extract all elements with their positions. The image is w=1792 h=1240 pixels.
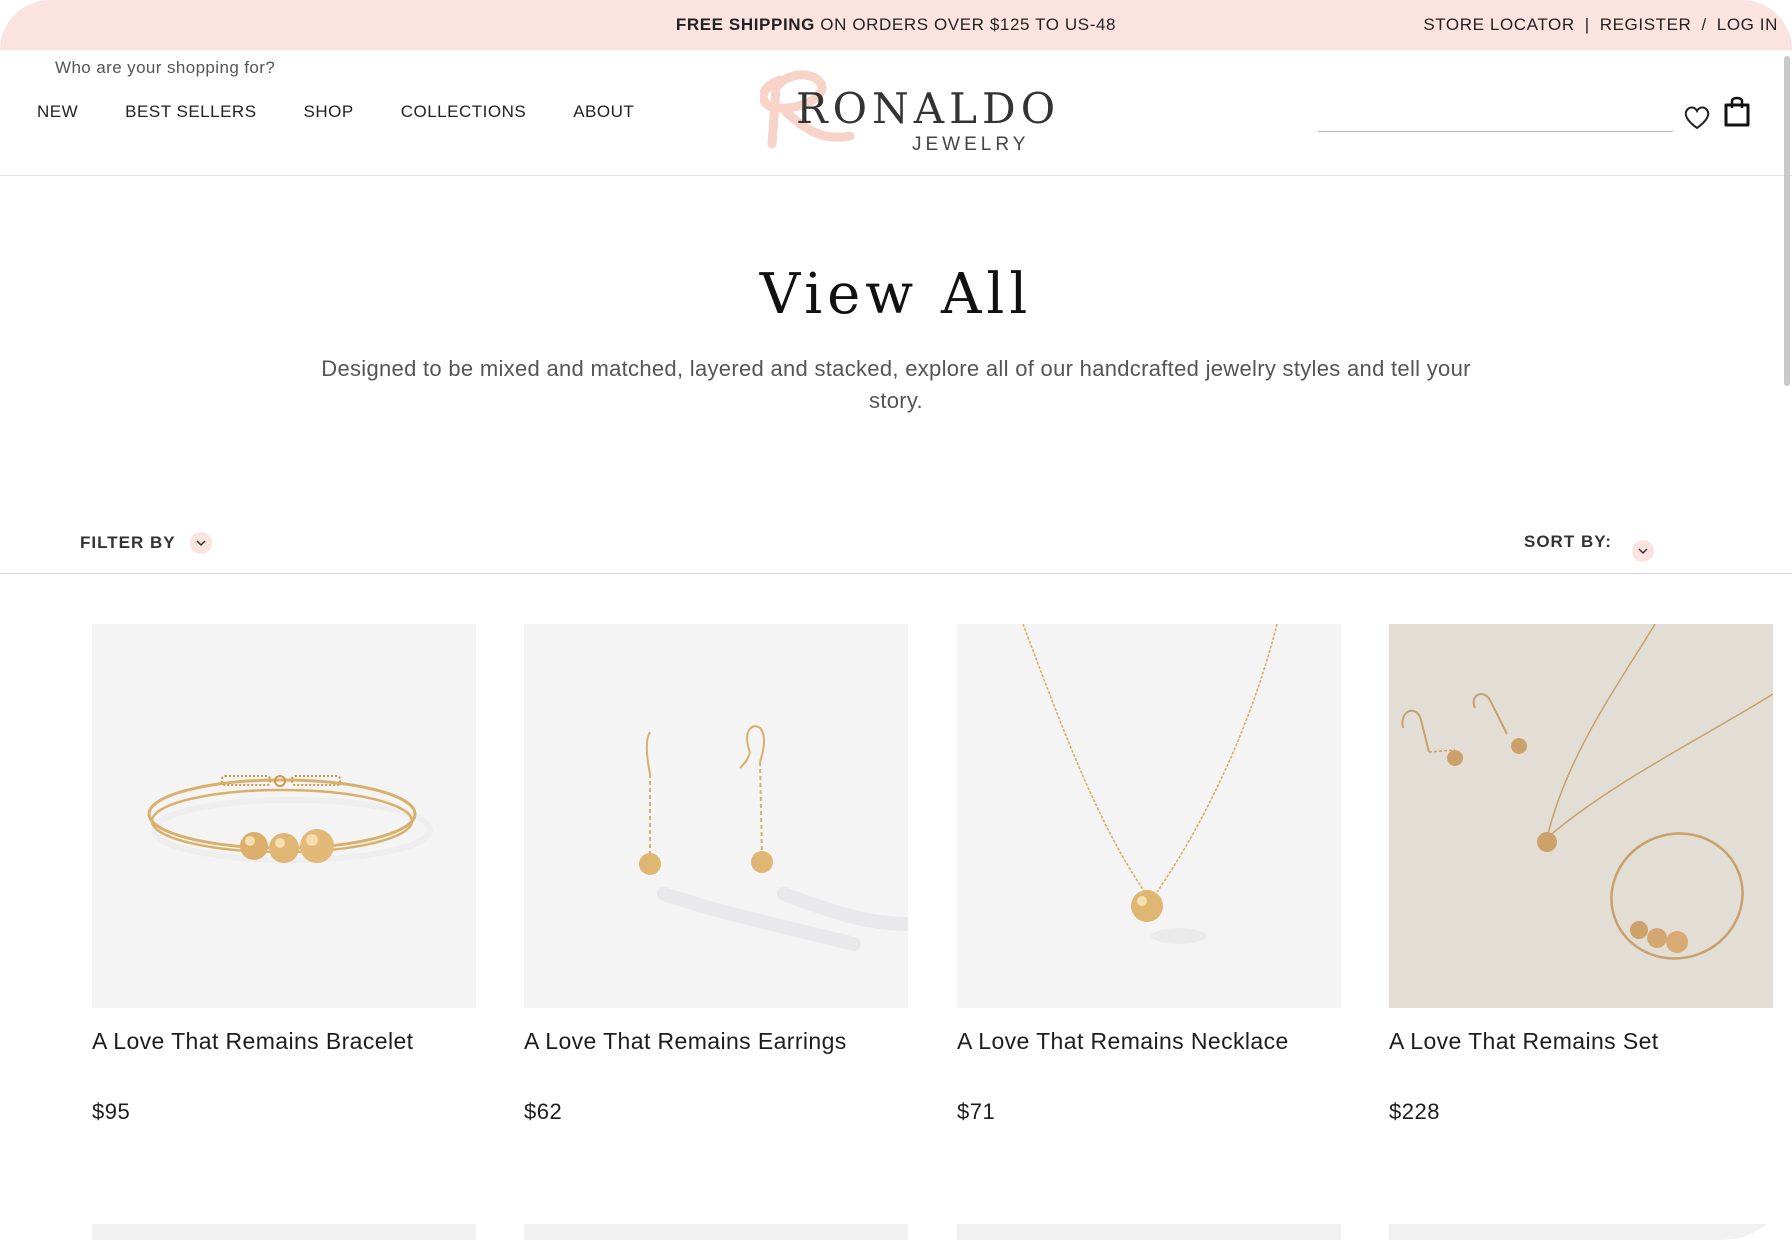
filter-by-label: FILTER BY [80,533,176,552]
nav-collections[interactable]: COLLECTIONS [401,102,526,122]
product-card[interactable]: A Love That Remains Bracelet $95 [92,624,476,1125]
register-link[interactable]: REGISTER [1600,0,1692,50]
filter-by-button[interactable]: FILTER BY [80,532,212,554]
store-locator-link[interactable]: STORE LOCATOR [1423,0,1574,50]
product-image-earrings[interactable] [524,624,908,1008]
scrollbar[interactable] [1784,56,1790,386]
search-input[interactable] [1318,130,1673,132]
sort-by-label[interactable]: SORT BY: [1524,532,1612,552]
page-title: View All [759,262,1033,327]
nav-best-sellers[interactable]: BEST SELLERS [125,102,256,122]
site-header: Who are your shopping for? NEW BEST SELL… [0,50,1792,176]
product-price: $228 [1389,1099,1440,1124]
product-card-partial[interactable] [524,1224,908,1240]
logo-word: RONALDO [796,84,1061,133]
product-card[interactable]: A Love That Remains Set $228 [1389,624,1773,1125]
nav-shop[interactable]: SHOP [304,102,354,122]
logo-subtitle: JEWELRY [912,134,1030,155]
announcement-bar: FREE SHIPPING ON ORDERS OVER $125 TO US-… [0,0,1792,50]
separator: | [1584,15,1590,34]
chevron-down-icon[interactable] [1632,540,1654,562]
page-description: Designed to be mixed and matched, layere… [321,356,1471,413]
main-nav: NEW BEST SELLERS SHOP COLLECTIONS ABOUT [37,102,681,122]
nav-about[interactable]: ABOUT [573,102,634,122]
product-card-partial[interactable] [92,1224,476,1240]
product-price: $95 [92,1099,131,1124]
shipping-message-bold: FREE SHIPPING [675,15,815,34]
shop-for-prompt[interactable]: Who are your shopping for? [55,58,275,78]
product-name[interactable]: A Love That Remains Set [1389,1028,1773,1055]
utility-links: STORE LOCATOR | REGISTER / LOG IN [1423,0,1778,50]
product-card[interactable]: A Love That Remains Necklace $71 [957,624,1341,1125]
page: FREE SHIPPING ON ORDERS OVER $125 TO US-… [0,0,1792,1240]
product-image-bracelet[interactable] [92,624,476,1008]
separator: / [1701,15,1707,34]
product-image-set[interactable] [1389,624,1773,1008]
filter-bar: FILTER BY SORT BY: [0,512,1792,574]
product-card-partial[interactable] [957,1224,1341,1240]
product-name[interactable]: A Love That Remains Necklace [957,1028,1341,1055]
product-price: $71 [957,1099,996,1124]
product-name[interactable]: A Love That Remains Earrings [524,1028,908,1055]
product-name[interactable]: A Love That Remains Bracelet [92,1028,476,1055]
chevron-down-icon[interactable] [189,532,212,554]
product-image-necklace[interactable] [957,624,1341,1008]
nav-new[interactable]: NEW [37,102,78,122]
shipping-message-text: ON ORDERS OVER $125 TO US-48 [814,15,1117,34]
heart-icon[interactable] [1682,102,1712,132]
product-card[interactable]: A Love That Remains Earrings $62 [524,624,908,1125]
product-card-partial[interactable] [1389,1224,1773,1240]
login-link[interactable]: LOG IN [1717,0,1778,50]
product-price: $62 [524,1099,563,1124]
logo[interactable]: RONALDO JEWELRY [760,62,1055,162]
shopping-bag-icon[interactable] [1722,94,1752,128]
